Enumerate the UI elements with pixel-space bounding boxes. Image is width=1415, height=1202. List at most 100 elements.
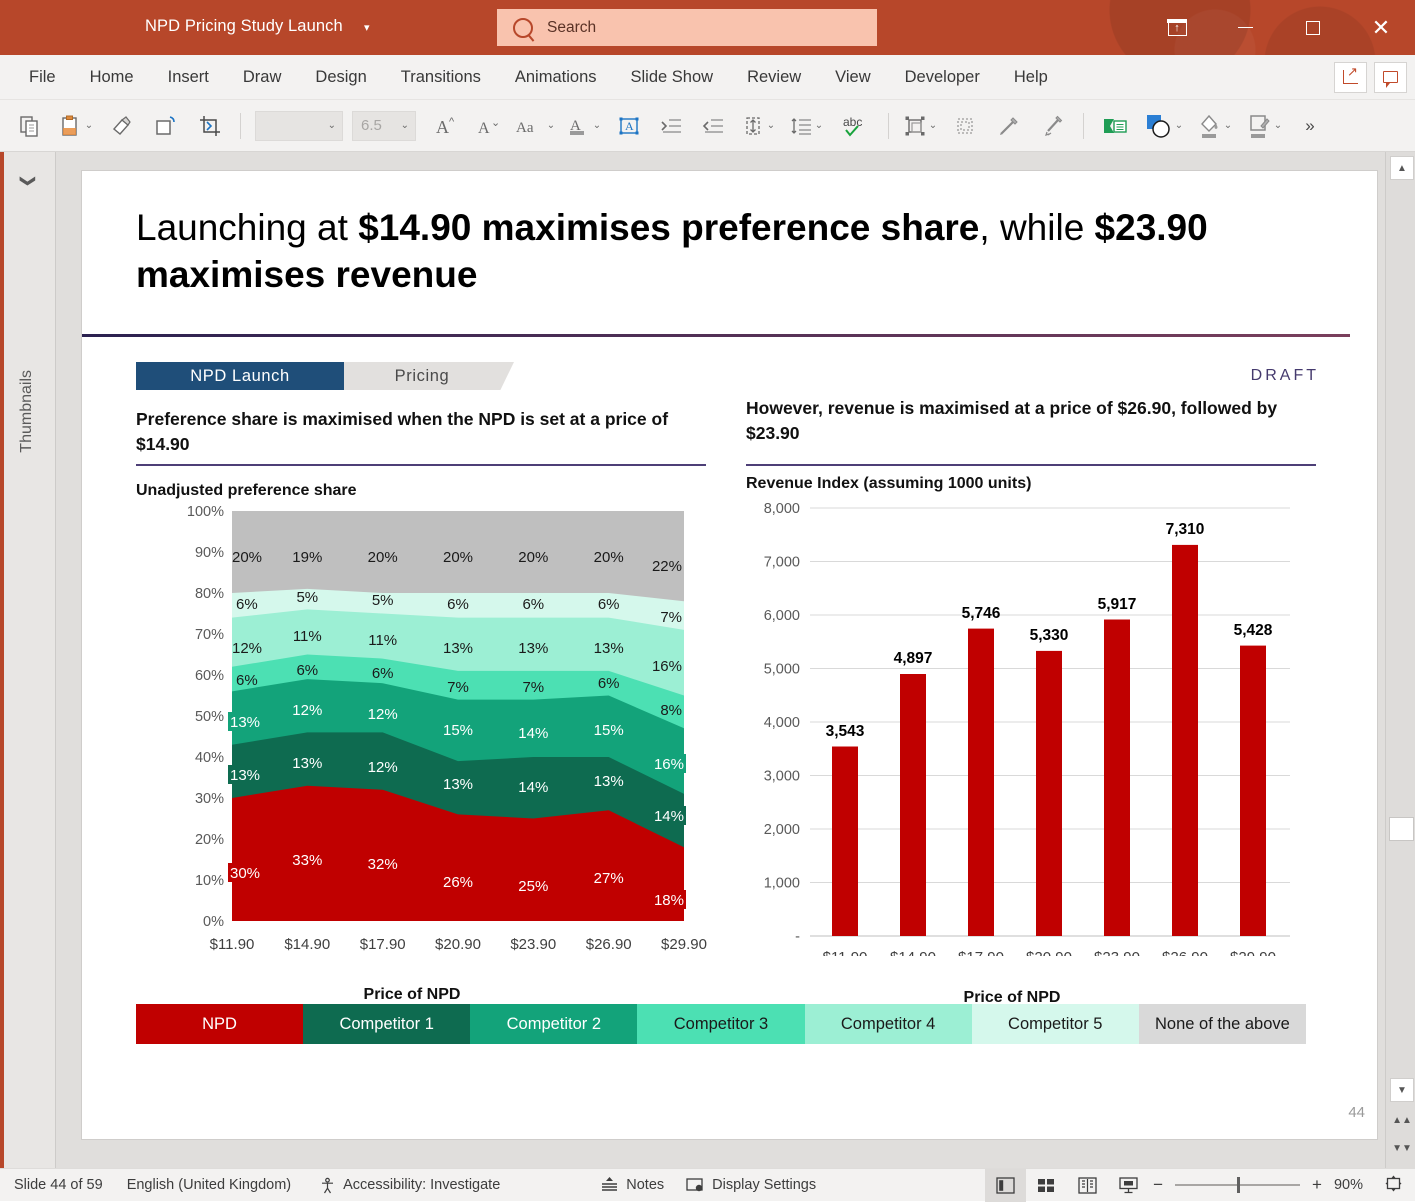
bar-3[interactable] [1036,651,1062,936]
tab-draw[interactable]: Draw [226,55,299,100]
zoom-level-label[interactable]: 90% [1334,1177,1363,1193]
align-objects-button[interactable] [943,100,987,152]
text-direction-button[interactable]: ⌄ [734,100,782,152]
tab-help[interactable]: Help [997,55,1065,100]
shape-button[interactable] [144,100,188,152]
font-name-input[interactable]: ⌄ [255,111,343,141]
tab-design[interactable]: Design [298,55,383,100]
preference-share-area-chart[interactable]: 100% 90% 80% 70% 60% 50% 40% 30% 20% 10%… [124,501,734,961]
slide-show-button[interactable] [1108,1169,1149,1202]
fit-slide-to-window-button[interactable] [1384,1174,1403,1197]
slide-sorter-button[interactable] [1026,1169,1067,1202]
increase-font-size-button[interactable]: A ^ [426,100,468,152]
smartart-button[interactable] [1092,100,1138,152]
legend-item-competitor-1[interactable]: Competitor 1 [303,1004,470,1044]
font-size-dropdown-icon[interactable]: ⌄ [401,120,409,131]
bar-6[interactable] [1240,646,1266,936]
eyedropper-button[interactable] [987,100,1031,152]
language-indicator[interactable]: English (United Kingdom) [127,1177,291,1193]
legend-item-competitor-2[interactable]: Competitor 2 [470,1004,637,1044]
shape-fill-button[interactable]: ⌄ [1190,100,1240,152]
zoom-slider-handle[interactable] [1237,1177,1240,1193]
toolbar-overflow-button[interactable]: » [1290,100,1330,152]
slide-title[interactable]: Launching at $14.90 maximises preference… [136,205,1326,299]
legend-item-competitor-5[interactable]: Competitor 5 [972,1004,1139,1044]
copy-button[interactable] [8,100,52,152]
legend-item-competitor-3[interactable]: Competitor 3 [637,1004,804,1044]
text-box-button[interactable]: A [608,100,650,152]
group-dropdown-icon[interactable]: ⌄ [929,120,937,131]
comments-button[interactable] [1374,62,1407,93]
zoom-out-button[interactable]: − [1153,1175,1163,1195]
vertical-scrollbar[interactable]: ▲ ▼ ▲▲ ▼▼ [1385,152,1415,1168]
maximize-button[interactable] [1279,0,1347,55]
decrease-font-size-button[interactable]: A ⌄ [468,100,510,152]
shape-outline-button[interactable]: ⌄ [1240,100,1290,152]
slide-tab-pricing[interactable]: Pricing [344,362,514,390]
tab-transitions[interactable]: Transitions [384,55,498,100]
line-spacing-button[interactable]: ⌄ [782,100,830,152]
close-button[interactable]: ✕ [1347,0,1415,55]
shapes-dropdown-icon[interactable]: ⌄ [1175,120,1183,131]
document-title-dropdown-icon[interactable]: ▾ [364,21,370,34]
font-size-input[interactable]: 6.5 ⌄ [352,111,416,141]
shape-outline-dropdown-icon[interactable]: ⌄ [1274,120,1282,131]
tab-developer[interactable]: Developer [888,55,997,100]
spelling-button[interactable]: abc [830,100,880,152]
paste-button[interactable]: ⌄ [52,100,100,152]
chevron-right-icon[interactable]: ❯ [19,175,37,188]
scroll-up-button[interactable]: ▲ [1390,156,1414,180]
reading-view-button[interactable] [1067,1169,1108,1202]
minimize-button[interactable] [1211,0,1279,55]
next-slide-button[interactable]: ▼▼ [1390,1136,1414,1160]
ribbon-display-options-button[interactable] [1143,0,1211,55]
tab-view[interactable]: View [818,55,887,100]
slide-surface[interactable]: Launching at $14.90 maximises preference… [81,170,1378,1140]
line-spacing-dropdown-icon[interactable]: ⌄ [815,120,823,131]
thumbnails-rail[interactable]: ❯ Thumbnails [0,152,56,1168]
font-color-button[interactable]: A ⌄ [560,100,608,152]
tab-slide-show[interactable]: Slide Show [614,55,731,100]
text-direction-dropdown-icon[interactable]: ⌄ [767,120,775,131]
scrollbar-thumb[interactable] [1389,817,1414,841]
share-button[interactable] [1334,62,1367,93]
tab-file[interactable]: File [12,55,73,100]
tab-insert[interactable]: Insert [151,55,226,100]
font-name-dropdown-icon[interactable]: ⌄ [328,120,336,131]
bar-0[interactable] [832,747,858,937]
shape-fill-dropdown-icon[interactable]: ⌄ [1224,120,1232,131]
paste-dropdown-icon[interactable]: ⌄ [85,120,93,131]
notes-button[interactable]: Notes [600,1176,664,1194]
increase-indent-button[interactable] [650,100,692,152]
format-painter-button[interactable] [100,100,144,152]
legend-item-competitor-4[interactable]: Competitor 4 [805,1004,972,1044]
font-color-dropdown-icon[interactable]: ⌄ [593,120,601,131]
revenue-index-bar-chart[interactable]: 8,000 7,000 6,000 5,000 4,000 3,000 2,00… [730,496,1320,956]
scroll-down-button[interactable]: ▼ [1390,1078,1414,1102]
decrease-indent-button[interactable] [692,100,734,152]
accessibility-status[interactable]: Accessibility: Investigate [319,1177,500,1194]
bar-5[interactable] [1172,545,1198,936]
zoom-in-button[interactable]: + [1312,1175,1322,1195]
tab-review[interactable]: Review [730,55,818,100]
group-objects-button[interactable]: ⌄ [897,100,943,152]
normal-view-button[interactable] [985,1169,1026,1202]
shapes-button[interactable]: ⌄ [1138,100,1190,152]
previous-slide-button[interactable]: ▲▲ [1390,1108,1414,1132]
bar-1[interactable] [900,674,926,936]
zoom-slider[interactable] [1175,1184,1300,1186]
bar-2[interactable] [968,629,994,936]
crop-button[interactable] [188,100,232,152]
display-settings-button[interactable]: Display Settings [686,1177,816,1194]
change-case-button[interactable]: Aa ⌄ [510,100,560,152]
search-box[interactable]: Search [497,9,877,46]
slide-tab-npd-launch[interactable]: NPD Launch [136,362,344,390]
legend-item-npd[interactable]: NPD [136,1004,303,1044]
slide-counter[interactable]: Slide 44 of 59 [14,1177,103,1193]
tab-animations[interactable]: Animations [498,55,614,100]
legend-item-none[interactable]: None of the above [1139,1004,1306,1044]
bar-4[interactable] [1104,620,1130,937]
change-case-dropdown-icon[interactable]: ⌄ [547,120,555,131]
tab-home[interactable]: Home [73,55,151,100]
ink-pen-button[interactable] [1031,100,1075,152]
